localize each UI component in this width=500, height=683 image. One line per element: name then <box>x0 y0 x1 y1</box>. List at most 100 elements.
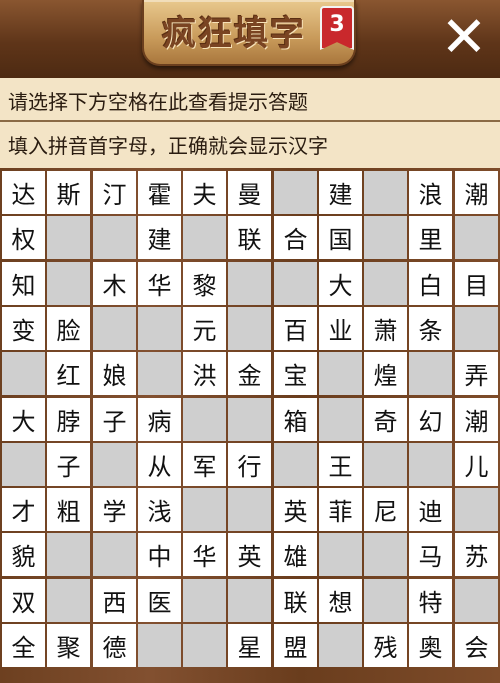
grid-cell-filled[interactable]: 条 <box>409 306 452 350</box>
grid-cell-filled[interactable]: 目 <box>455 261 498 305</box>
grid-cell-filled[interactable]: 煌 <box>364 352 407 396</box>
grid-cell-empty[interactable] <box>228 488 271 532</box>
grid-cell-empty[interactable] <box>364 261 407 305</box>
grid-cell-filled[interactable]: 夫 <box>183 171 226 214</box>
grid-cell-empty[interactable] <box>364 171 407 214</box>
grid-cell-filled[interactable]: 中 <box>138 533 181 577</box>
grid-cell-filled[interactable]: 白 <box>409 261 452 305</box>
grid-cell-empty[interactable] <box>138 306 181 350</box>
grid-cell-filled[interactable]: 木 <box>93 261 136 305</box>
grid-cell-empty[interactable] <box>228 397 271 441</box>
grid-cell-filled[interactable]: 达 <box>2 171 45 214</box>
grid-cell-empty[interactable] <box>183 397 226 441</box>
grid-cell-filled[interactable]: 脸 <box>47 306 90 350</box>
grid-cell-filled[interactable]: 潮 <box>455 171 498 214</box>
grid-cell-filled[interactable]: 宝 <box>274 352 317 396</box>
grid-cell-filled[interactable]: 汀 <box>93 171 136 214</box>
grid-cell-filled[interactable]: 王 <box>319 442 362 486</box>
grid-cell-filled[interactable]: 貌 <box>2 533 45 577</box>
grid-cell-filled[interactable]: 斯 <box>47 171 90 214</box>
grid-cell-filled[interactable]: 脖 <box>47 397 90 441</box>
grid-cell-filled[interactable]: 奇 <box>364 397 407 441</box>
grid-cell-filled[interactable]: 想 <box>319 578 362 622</box>
grid-cell-empty[interactable] <box>93 442 136 486</box>
grid-cell-empty[interactable] <box>364 533 407 577</box>
grid-cell-filled[interactable]: 雄 <box>274 533 317 577</box>
grid-cell-empty[interactable] <box>93 533 136 577</box>
grid-cell-filled[interactable]: 潮 <box>455 397 498 441</box>
grid-cell-filled[interactable]: 华 <box>183 533 226 577</box>
grid-cell-filled[interactable]: 大 <box>319 261 362 305</box>
grid-cell-filled[interactable]: 洪 <box>183 352 226 396</box>
grid-cell-filled[interactable]: 行 <box>228 442 271 486</box>
grid-cell-filled[interactable]: 尼 <box>364 488 407 532</box>
grid-cell-filled[interactable]: 黎 <box>183 261 226 305</box>
grid-cell-filled[interactable]: 浪 <box>409 171 452 214</box>
grid-cell-empty[interactable] <box>183 488 226 532</box>
grid-cell-empty[interactable] <box>455 216 498 260</box>
grid-cell-empty[interactable] <box>409 442 452 486</box>
grid-cell-filled[interactable]: 华 <box>138 261 181 305</box>
grid-cell-empty[interactable] <box>183 578 226 622</box>
grid-cell-filled[interactable]: 菲 <box>319 488 362 532</box>
grid-cell-empty[interactable] <box>409 352 452 396</box>
grid-cell-empty[interactable] <box>138 624 181 667</box>
grid-cell-filled[interactable]: 星 <box>228 624 271 667</box>
grid-cell-filled[interactable]: 娘 <box>93 352 136 396</box>
grid-cell-filled[interactable]: 从 <box>138 442 181 486</box>
grid-cell-filled[interactable]: 弄 <box>455 352 498 396</box>
grid-cell-filled[interactable]: 双 <box>2 578 45 622</box>
grid-cell-empty[interactable] <box>455 488 498 532</box>
grid-cell-filled[interactable]: 子 <box>47 442 90 486</box>
grid-cell-filled[interactable]: 马 <box>409 533 452 577</box>
grid-cell-filled[interactable]: 聚 <box>47 624 90 667</box>
grid-cell-filled[interactable]: 合 <box>274 216 317 260</box>
grid-cell-filled[interactable]: 粗 <box>47 488 90 532</box>
grid-cell-empty[interactable] <box>228 578 271 622</box>
grid-cell-filled[interactable]: 迪 <box>409 488 452 532</box>
grid-cell-filled[interactable]: 儿 <box>455 442 498 486</box>
grid-cell-empty[interactable] <box>319 352 362 396</box>
grid-cell-filled[interactable]: 病 <box>138 397 181 441</box>
grid-cell-filled[interactable]: 元 <box>183 306 226 350</box>
grid-cell-filled[interactable]: 特 <box>409 578 452 622</box>
grid-cell-filled[interactable]: 联 <box>274 578 317 622</box>
grid-cell-filled[interactable]: 苏 <box>455 533 498 577</box>
grid-cell-filled[interactable]: 权 <box>2 216 45 260</box>
grid-cell-filled[interactable]: 盟 <box>274 624 317 667</box>
grid-cell-empty[interactable] <box>455 306 498 350</box>
grid-cell-filled[interactable]: 知 <box>2 261 45 305</box>
grid-cell-filled[interactable]: 子 <box>93 397 136 441</box>
grid-cell-filled[interactable]: 联 <box>228 216 271 260</box>
grid-cell-empty[interactable] <box>364 442 407 486</box>
grid-cell-filled[interactable]: 曼 <box>228 171 271 214</box>
grid-cell-empty[interactable] <box>138 352 181 396</box>
grid-cell-filled[interactable]: 霍 <box>138 171 181 214</box>
grid-cell-filled[interactable]: 残 <box>364 624 407 667</box>
grid-cell-filled[interactable]: 建 <box>138 216 181 260</box>
grid-cell-empty[interactable] <box>455 578 498 622</box>
grid-cell-filled[interactable]: 学 <box>93 488 136 532</box>
grid-cell-empty[interactable] <box>274 442 317 486</box>
grid-cell-filled[interactable]: 幻 <box>409 397 452 441</box>
grid-cell-filled[interactable]: 浅 <box>138 488 181 532</box>
grid-cell-filled[interactable]: 英 <box>274 488 317 532</box>
grid-cell-filled[interactable]: 业 <box>319 306 362 350</box>
grid-cell-empty[interactable] <box>228 261 271 305</box>
grid-cell-empty[interactable] <box>2 442 45 486</box>
grid-cell-empty[interactable] <box>319 397 362 441</box>
grid-cell-empty[interactable] <box>274 171 317 214</box>
grid-cell-filled[interactable]: 百 <box>274 306 317 350</box>
grid-cell-filled[interactable]: 才 <box>2 488 45 532</box>
grid-cell-empty[interactable] <box>47 533 90 577</box>
grid-cell-empty[interactable] <box>93 216 136 260</box>
grid-cell-empty[interactable] <box>319 533 362 577</box>
grid-cell-empty[interactable] <box>228 306 271 350</box>
grid-cell-empty[interactable] <box>93 306 136 350</box>
grid-cell-filled[interactable]: 奥 <box>409 624 452 667</box>
close-button[interactable]: ✕ <box>438 10 490 66</box>
grid-cell-filled[interactable]: 军 <box>183 442 226 486</box>
grid-cell-empty[interactable] <box>319 624 362 667</box>
grid-cell-empty[interactable] <box>47 261 90 305</box>
grid-cell-filled[interactable]: 大 <box>2 397 45 441</box>
